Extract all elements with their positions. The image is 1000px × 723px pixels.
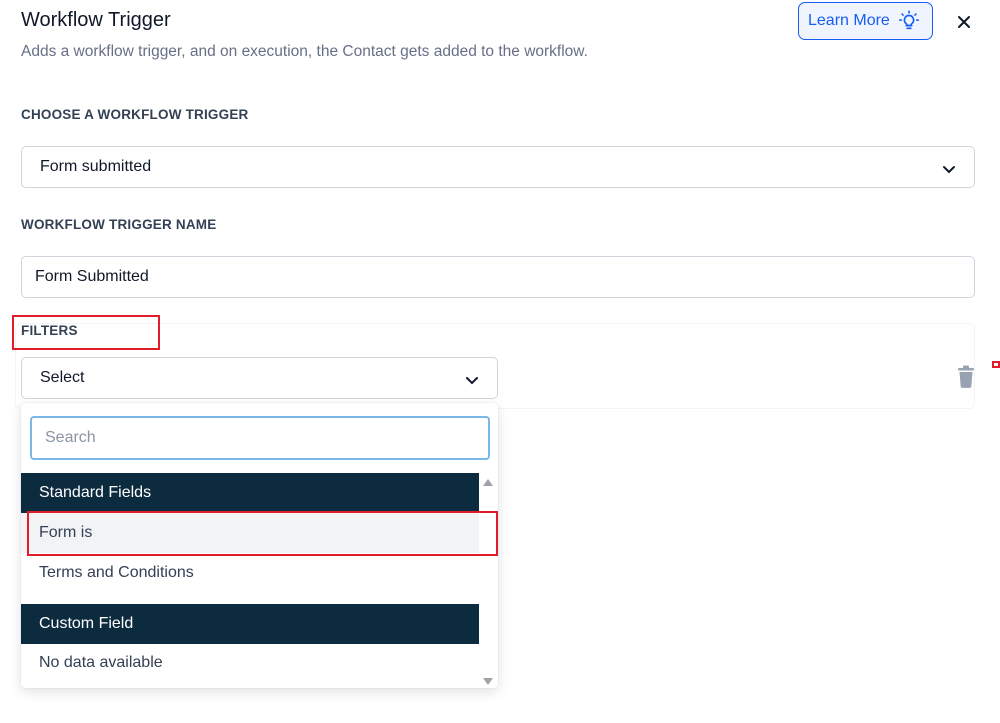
trash-icon <box>955 365 977 393</box>
option-terms-and-conditions[interactable]: Terms and Conditions <box>21 553 479 593</box>
group-header-standard-fields: Standard Fields <box>21 473 479 513</box>
learn-more-label: Learn More <box>808 12 890 29</box>
scroll-down-icon[interactable] <box>482 673 494 688</box>
filters-label-highlight <box>12 315 160 350</box>
close-button[interactable] <box>952 10 976 34</box>
trigger-section-label: CHOOSE A WORKFLOW TRIGGER <box>21 107 249 122</box>
chevron-down-icon <box>465 373 479 391</box>
page-title: Workflow Trigger <box>21 9 171 31</box>
page-subtitle: Adds a workflow trigger, and on executio… <box>21 43 588 60</box>
trigger-name-section-label: WORKFLOW TRIGGER NAME <box>21 217 217 232</box>
filter-select-value: Select <box>40 369 85 386</box>
search-input[interactable] <box>30 416 490 460</box>
learn-more-button[interactable]: Learn More <box>798 2 933 40</box>
trigger-name-value: Form Submitted <box>35 268 149 285</box>
chevron-down-icon <box>942 162 956 180</box>
dropdown-scrollbar[interactable] <box>479 469 498 688</box>
group-header-custom-field: Custom Field <box>21 604 479 644</box>
delete-filter-button[interactable] <box>955 365 977 394</box>
trigger-name-input[interactable]: Form Submitted <box>21 256 975 298</box>
trigger-select[interactable]: Form submitted <box>21 146 975 188</box>
form-is-highlight <box>27 511 498 556</box>
trigger-select-value: Form submitted <box>40 158 152 175</box>
lightbulb-icon <box>898 10 920 32</box>
scroll-up-icon[interactable] <box>482 474 494 492</box>
no-data-text: No data available <box>39 654 163 671</box>
close-icon <box>952 16 976 38</box>
filter-select[interactable]: Select <box>21 357 498 399</box>
edge-marker <box>992 361 1000 368</box>
